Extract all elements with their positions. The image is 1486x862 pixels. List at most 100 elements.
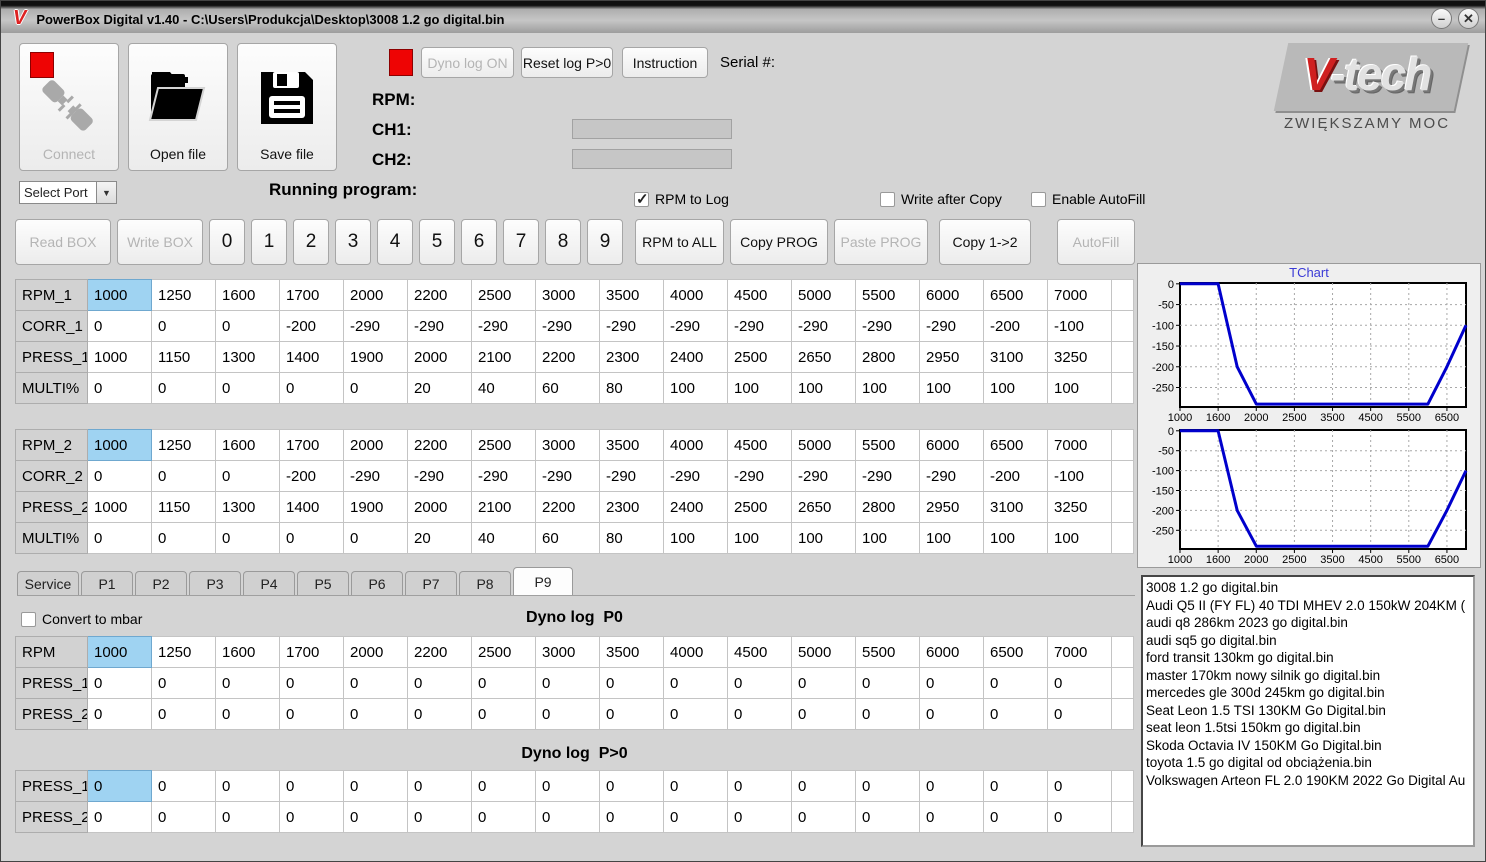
table-cell[interactable]: 2000 [343, 429, 408, 461]
table-cell[interactable]: 1600 [215, 279, 280, 311]
table-cell[interactable]: 0 [919, 770, 984, 802]
program-3-button[interactable]: 3 [335, 219, 371, 265]
table-cell[interactable]: 2000 [343, 279, 408, 311]
table-cell[interactable]: 100 [791, 522, 856, 554]
table-cell[interactable]: -290 [663, 310, 728, 342]
table-cell[interactable]: 4000 [663, 636, 728, 668]
tab-p3[interactable]: P3 [189, 571, 241, 595]
tab-p6[interactable]: P6 [351, 571, 403, 595]
table-cell[interactable]: 1300 [215, 341, 280, 373]
table-cell[interactable]: 1700 [279, 636, 344, 668]
rpm-to-log-checkbox[interactable]: RPM to Log [634, 190, 729, 208]
table-cell[interactable]: -290 [599, 460, 664, 492]
table-cell[interactable]: 1700 [279, 429, 344, 461]
table-cell[interactable]: 2500 [471, 279, 536, 311]
table-cell[interactable]: 2300 [599, 491, 664, 523]
close-icon[interactable]: ✕ [1458, 7, 1479, 29]
table-cell[interactable]: 2950 [919, 341, 984, 373]
table-cell[interactable]: 3500 [599, 429, 664, 461]
table-cell[interactable]: 2000 [407, 341, 472, 373]
table-cell[interactable]: 0 [855, 667, 920, 699]
table-cell[interactable]: 0 [471, 801, 536, 833]
tab-p8[interactable]: P8 [459, 571, 511, 595]
table-cell[interactable]: 2650 [791, 341, 856, 373]
table-cell[interactable]: 100 [919, 522, 984, 554]
table-cell[interactable]: 0 [151, 310, 216, 342]
write-after-copy-checkbox-box[interactable] [880, 191, 895, 207]
bin-file-item[interactable]: Seat Leon 1.5 TSI 130KM Go Digital.bin [1146, 702, 1473, 720]
table-cell[interactable]: 7000 [1047, 636, 1112, 668]
table-cell[interactable]: 3000 [535, 429, 600, 461]
table-cell[interactable]: 0 [215, 460, 280, 492]
table-cell[interactable]: 2400 [663, 341, 728, 373]
table-cell[interactable]: 0 [343, 698, 408, 730]
table-cell[interactable]: -290 [343, 310, 408, 342]
enable-autofill-checkbox-box[interactable] [1031, 191, 1046, 207]
reset-log-button[interactable]: Reset log P>0 [521, 47, 613, 78]
table-cell[interactable]: 0 [279, 801, 344, 833]
table-cell[interactable]: 6000 [919, 429, 984, 461]
table-cell[interactable]: 1400 [279, 491, 344, 523]
table-cell[interactable]: 6000 [919, 636, 984, 668]
table-cell[interactable]: 5000 [791, 279, 856, 311]
table-cell[interactable]: 0 [599, 801, 664, 833]
table-cell[interactable]: 0 [215, 372, 280, 404]
table-cell[interactable]: 5500 [855, 636, 920, 668]
table-cell[interactable]: 0 [1047, 770, 1112, 802]
table-cell[interactable]: 20 [407, 522, 472, 554]
table-cell[interactable]: 7000 [1047, 279, 1112, 311]
table-cell[interactable]: 0 [855, 770, 920, 802]
table-cell[interactable]: 1150 [151, 341, 216, 373]
program-1-button[interactable]: 1 [251, 219, 287, 265]
table-cell[interactable]: 0 [151, 770, 216, 802]
table-cell[interactable]: -290 [663, 460, 728, 492]
table-cell[interactable]: 3250 [1047, 341, 1112, 373]
table-cell[interactable]: 5000 [791, 636, 856, 668]
table-cell[interactable]: 1600 [215, 429, 280, 461]
table-cell[interactable]: 2950 [919, 491, 984, 523]
table-cell[interactable]: 2200 [407, 636, 472, 668]
tab-p4[interactable]: P4 [243, 571, 295, 595]
table-cell[interactable]: -290 [727, 460, 792, 492]
table-cell[interactable]: 0 [215, 310, 280, 342]
table-cell[interactable]: 100 [1047, 372, 1112, 404]
table-cell[interactable]: 0 [343, 667, 408, 699]
table-cell[interactable]: 0 [599, 698, 664, 730]
table-cell[interactable]: 0 [87, 698, 152, 730]
table-cell[interactable]: -290 [471, 460, 536, 492]
table-cell[interactable]: 2200 [407, 429, 472, 461]
table-cell[interactable]: 3100 [983, 491, 1048, 523]
table-cell[interactable]: 100 [663, 522, 728, 554]
table-cell[interactable]: 2000 [407, 491, 472, 523]
bin-file-list[interactable]: 3008 1.2 go digital.bin Audi Q5 II (FY FL… [1141, 575, 1475, 847]
table-cell[interactable]: 0 [87, 801, 152, 833]
table-cell[interactable]: 0 [919, 801, 984, 833]
table-cell[interactable]: 0 [343, 372, 408, 404]
table-cell[interactable]: 0 [1047, 667, 1112, 699]
table-cell[interactable]: 2100 [471, 491, 536, 523]
table-cell[interactable]: 4500 [727, 279, 792, 311]
table-cell[interactable]: 0 [727, 770, 792, 802]
table-cell[interactable]: 2400 [663, 491, 728, 523]
table-cell[interactable]: 3500 [599, 279, 664, 311]
table-cell[interactable]: 2800 [855, 341, 920, 373]
table-cell[interactable]: 0 [279, 522, 344, 554]
table-cell[interactable]: 0 [215, 667, 280, 699]
table-cell[interactable]: -200 [279, 310, 344, 342]
table-cell[interactable]: 0 [279, 770, 344, 802]
table-cell[interactable]: 0 [343, 801, 408, 833]
program-4-button[interactable]: 4 [377, 219, 413, 265]
table-cell[interactable]: 1000 [87, 491, 152, 523]
program-0-button[interactable]: 0 [209, 219, 245, 265]
table-cell[interactable]: 0 [87, 460, 152, 492]
select-port-dropdown[interactable]: Select Port ▼ [19, 181, 117, 204]
table-cell[interactable]: 0 [599, 770, 664, 802]
table-cell[interactable]: 100 [663, 372, 728, 404]
table-cell[interactable]: -290 [855, 310, 920, 342]
table-cell[interactable]: 1000 [87, 429, 152, 461]
bin-file-item[interactable]: Skoda Octavia IV 150KM Go Digital.bin [1146, 737, 1473, 755]
table-cell[interactable]: 100 [983, 522, 1048, 554]
table-cell[interactable]: 2500 [471, 429, 536, 461]
table-cell[interactable]: 6500 [983, 279, 1048, 311]
table-cell[interactable]: -100 [1047, 460, 1112, 492]
